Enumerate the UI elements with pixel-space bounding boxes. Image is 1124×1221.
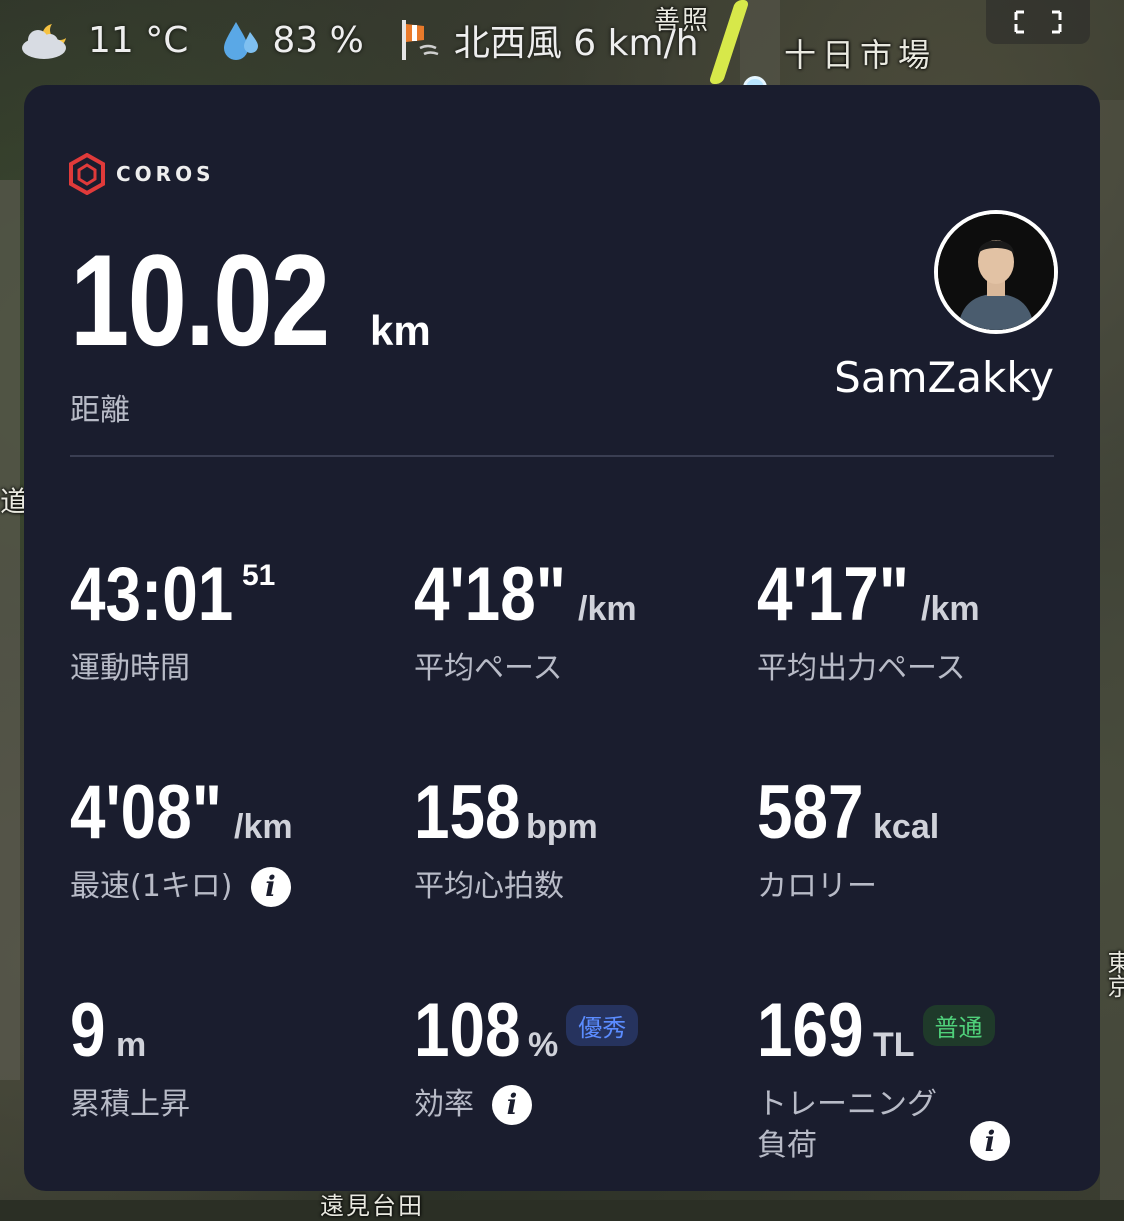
metric-fastest-km: 4'08" /km 最速(1キロ) i [70, 775, 293, 908]
efficiency-badge: 優秀 [566, 1004, 639, 1046]
distance-value: 10.02 km [70, 227, 431, 373]
metric-avg-power-pace: 4'17" /km 平均出力ペース [757, 552, 980, 687]
distance-label: 距離 [70, 393, 130, 428]
metric-avg-pace: 4'18" /km 平均ペース [414, 552, 637, 687]
divider [70, 455, 1054, 457]
brand-name: COROS [116, 162, 215, 186]
wind: 北西風 6 km/h [398, 14, 699, 66]
temperature: 11 °C [18, 18, 188, 62]
metric-elevation-gain: 9 m 累積上昇 [70, 988, 190, 1123]
map-label-tokaichiba: 十日市場 [784, 36, 937, 74]
training-load-badge: 普通 [922, 1004, 995, 1046]
avatar[interactable] [934, 210, 1058, 334]
activity-summary-card: COROS 10.02 km 距離 SamZakky 43:01 51 運動時間… [24, 85, 1100, 1191]
weather-bar: 11 °C 83 % 北西風 6 km/h [18, 10, 733, 70]
humidity-drop-icon [222, 18, 262, 62]
username: SamZakky [834, 353, 1054, 402]
metric-training-load: 169 TL 普通 トレーニング 負荷 [757, 993, 995, 1166]
metric-avg-heart-rate: 158 bpm 平均心拍数 [414, 770, 598, 905]
partly-cloudy-night-icon [18, 18, 78, 62]
expand-button[interactable] [986, 0, 1090, 44]
brand-logo: COROS [68, 153, 215, 195]
humidity: 83 % [222, 18, 364, 62]
info-icon[interactable]: i [970, 1121, 1010, 1161]
metric-calories: 587 kcal カロリー [757, 770, 940, 905]
metric-efficiency: 108 % 優秀 効率 i [414, 993, 639, 1126]
metric-duration: 43:01 51 運動時間 [70, 552, 276, 687]
wind-sock-icon [398, 18, 444, 62]
expand-icon [1014, 10, 1062, 34]
info-icon[interactable]: i [492, 1085, 532, 1126]
info-icon[interactable]: i [250, 867, 291, 908]
coros-logo-icon [69, 153, 105, 195]
map-label-tokyo: 東京 [1103, 950, 1124, 998]
map-label-bottom: 遠見台田 [320, 1192, 424, 1220]
